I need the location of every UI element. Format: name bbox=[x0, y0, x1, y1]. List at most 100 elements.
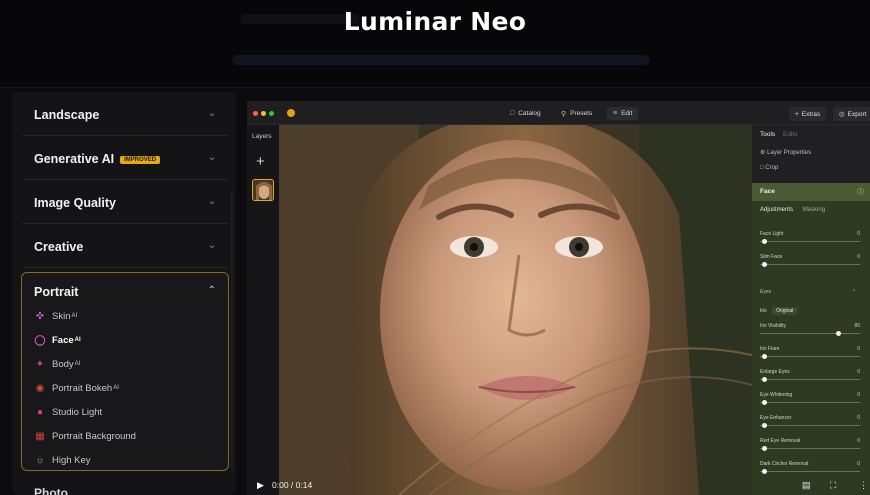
tool-skin[interactable]: ✜ Skin AI bbox=[34, 307, 77, 325]
layer-properties-label: Layer Properties bbox=[767, 150, 812, 156]
slider-slim-face[interactable]: Slim Face 0 bbox=[760, 254, 860, 272]
add-layer-icon[interactable]: + bbox=[256, 153, 265, 170]
slider-knob[interactable] bbox=[761, 262, 767, 267]
face-tool-title: Face bbox=[760, 188, 775, 195]
search-icon: ⚲ bbox=[561, 110, 567, 118]
portrait-photo bbox=[279, 125, 752, 495]
chevron-up-icon: ⌃ bbox=[852, 289, 857, 295]
tool-label: Skin bbox=[52, 310, 71, 322]
slider-iris-visibility[interactable]: Iris Visibility 80 bbox=[760, 323, 860, 341]
tool-body[interactable]: ✦ Body AI bbox=[34, 355, 81, 373]
tab-adjustments[interactable]: Adjustments bbox=[760, 207, 793, 213]
skin-icon: ✜ bbox=[35, 310, 45, 322]
slider-enlarge-eyes[interactable]: Enlarge Eyes 0 bbox=[760, 369, 860, 387]
nav-catalog[interactable]: □ Catalog bbox=[510, 107, 541, 120]
video-time: 0:00 / 0:14 bbox=[272, 480, 313, 490]
slider-eye-whitening[interactable]: Eye Whitening 0 bbox=[760, 392, 860, 410]
slider-knob[interactable] bbox=[761, 400, 767, 405]
tool-face[interactable]: ◯ Face AI bbox=[34, 331, 80, 349]
slider-value: 0 bbox=[857, 254, 860, 260]
category-label: Generative AI IMPROVED bbox=[34, 152, 161, 166]
export-button[interactable]: ◎ Export bbox=[833, 107, 870, 121]
face-adjustments-panel: Adjustments Masking Face Light 0 Slim Fa… bbox=[752, 201, 870, 495]
tab-edits[interactable]: Edits bbox=[783, 131, 797, 138]
extras-button[interactable]: + Extras bbox=[789, 107, 827, 121]
face-icon: ◯ bbox=[34, 334, 46, 346]
slider-knob[interactable] bbox=[761, 423, 767, 428]
chevron-up-icon[interactable]: ⌃ bbox=[208, 285, 216, 296]
slider-knob[interactable] bbox=[836, 331, 841, 336]
slider-knob[interactable] bbox=[761, 446, 767, 451]
slider-value: 0 bbox=[857, 231, 860, 237]
slider-value: 0 bbox=[857, 369, 860, 375]
luminar-logo-icon[interactable] bbox=[287, 109, 295, 117]
minimize-window-icon[interactable] bbox=[261, 111, 266, 116]
slider-knob[interactable] bbox=[761, 469, 767, 474]
slider-label: Enlarge Eyes bbox=[760, 369, 790, 375]
category-label-text: Generative AI bbox=[34, 152, 115, 166]
maximize-window-icon[interactable] bbox=[269, 111, 274, 116]
iris-dropdown[interactable]: Iris Original bbox=[760, 307, 798, 315]
info-icon[interactable]: ⓘ bbox=[857, 187, 864, 197]
chevron-down-icon: ⌄ bbox=[207, 152, 216, 163]
slider-value: 0 bbox=[857, 346, 860, 352]
slider-red-eye-removal[interactable]: Red Eye Removal 0 bbox=[760, 438, 860, 456]
tool-high-key[interactable]: ☼ High Key bbox=[34, 451, 90, 469]
crop-label: Crop bbox=[765, 165, 779, 171]
fullscreen-icon[interactable]: ⛶ bbox=[830, 480, 836, 491]
tool-portrait-bokeh[interactable]: ◉ Portrait Bokeh AI bbox=[34, 379, 119, 397]
captions-icon[interactable]: ▤ bbox=[802, 480, 811, 491]
layer-properties-row[interactable]: ⚙ Layer Properties bbox=[760, 149, 811, 156]
video-frame: Luminar Neo Landscape ⌄ Generative AI IMP… bbox=[0, 0, 870, 495]
slider-knob[interactable] bbox=[761, 377, 767, 382]
chevron-down-icon: ⌄ bbox=[207, 240, 216, 251]
tool-studio-light[interactable]: ● Studio Light bbox=[34, 403, 102, 421]
slider-face-light[interactable]: Face Light 0 bbox=[760, 231, 860, 249]
slider-knob[interactable] bbox=[761, 354, 767, 359]
category-next-partial[interactable]: Photo... bbox=[34, 486, 78, 495]
category-image-quality[interactable]: Image Quality ⌄ bbox=[22, 182, 228, 224]
nav-edit[interactable]: ≡ Edit bbox=[607, 107, 639, 120]
category-scrollbar[interactable] bbox=[231, 190, 233, 470]
tool-label: Body bbox=[52, 358, 74, 370]
slider-label: Slim Face bbox=[760, 254, 783, 260]
body-icon: ✦ bbox=[35, 358, 45, 370]
portrait-thumbnail-image bbox=[253, 180, 273, 200]
iris-label: Iris bbox=[760, 308, 767, 314]
photo-canvas[interactable] bbox=[279, 125, 752, 495]
folder-icon: □ bbox=[510, 110, 515, 117]
layer-thumbnail[interactable] bbox=[252, 179, 274, 201]
portrait-label[interactable]: Portrait bbox=[34, 285, 78, 299]
slider-iris-flare[interactable]: Iris Flare 0 bbox=[760, 346, 860, 364]
slider-track bbox=[760, 425, 860, 426]
slider-label: Iris Visibility bbox=[760, 323, 787, 329]
nav-label: Edit bbox=[621, 110, 633, 117]
export-icon: ◎ bbox=[839, 111, 845, 118]
close-window-icon[interactable] bbox=[253, 111, 258, 116]
category-landscape[interactable]: Landscape ⌄ bbox=[22, 94, 228, 136]
category-label: Creative bbox=[34, 240, 84, 254]
slider-track bbox=[760, 241, 860, 242]
eyes-section-header[interactable]: Eyes ⌃ bbox=[760, 289, 856, 295]
nav-presets[interactable]: ⚲ Presets bbox=[561, 107, 592, 120]
ai-tag: AI bbox=[71, 313, 78, 319]
tool-portrait-background[interactable]: ▦ Portrait Background bbox=[34, 427, 136, 445]
tab-masking[interactable]: Masking bbox=[803, 207, 825, 213]
slider-label: Face Light bbox=[760, 231, 784, 237]
extras-label: Extras bbox=[801, 110, 821, 118]
slider-value: 0 bbox=[857, 438, 860, 444]
tool-label: Portrait Background bbox=[52, 430, 136, 442]
slider-knob[interactable] bbox=[761, 239, 767, 244]
more-options-icon[interactable]: ⋮ bbox=[859, 480, 868, 491]
slider-label: Dark Circles Removal bbox=[760, 461, 809, 467]
crop-row[interactable]: □ Crop bbox=[760, 165, 778, 171]
tab-tools[interactable]: Tools bbox=[760, 131, 775, 138]
video-controls: ▶ 0:00 / 0:14 ▤ ⛶ ⋮ bbox=[247, 477, 870, 495]
category-generative-ai[interactable]: Generative AI IMPROVED ⌄ bbox=[22, 138, 228, 180]
slider-value: 80 bbox=[854, 323, 860, 329]
play-icon[interactable]: ▶ bbox=[257, 480, 264, 491]
slider-eye-enhancer[interactable]: Eye Enhancer 0 bbox=[760, 415, 860, 433]
category-creative[interactable]: Creative ⌄ bbox=[22, 226, 228, 268]
blurred-caption bbox=[232, 55, 650, 65]
face-tool-header[interactable]: Face ⓘ bbox=[752, 183, 870, 201]
